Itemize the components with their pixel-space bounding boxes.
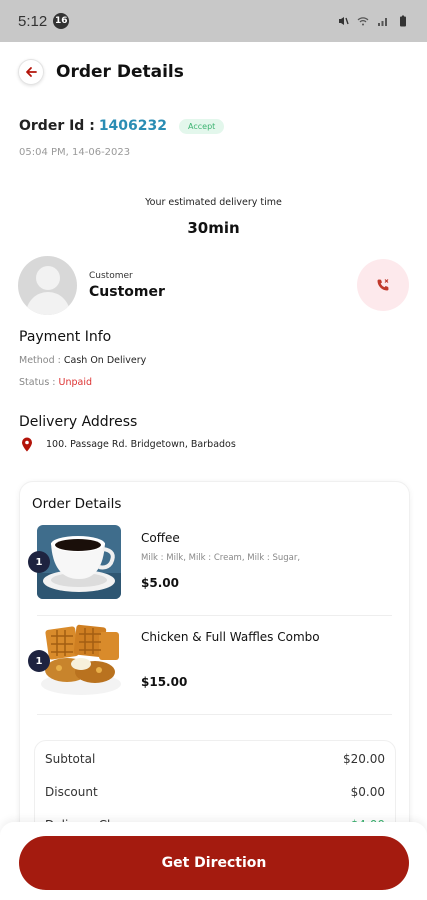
wifi-icon (357, 17, 369, 26)
order-id-value: 1406232 (98, 118, 168, 134)
estimated-time-value: 30min (187, 219, 240, 237)
quantity-badge: 1 (28, 551, 50, 573)
item-options: Milk : Milk, Milk : Cream, Milk : Sugar, (141, 553, 301, 563)
customer-row: Customer Customer (18, 255, 409, 315)
customer-name: Customer (89, 283, 165, 300)
status-bar: 5:12 16 (0, 0, 427, 42)
order-id-row: Order Id : 1406232 Accept (19, 118, 225, 134)
mute-icon (339, 17, 349, 25)
item-price: $5.00 (141, 576, 179, 590)
signal-icon (378, 18, 387, 26)
summary-row-subtotal: Subtotal $20.00 (45, 752, 385, 766)
summary-label: Subtotal (45, 752, 96, 766)
order-id-label: Order Id : (19, 118, 95, 134)
page-header: Order Details (18, 55, 409, 89)
avatar-head-shape (36, 265, 60, 290)
phone-icon (377, 279, 389, 291)
payment-status-line: Status : Unpaid (19, 377, 92, 388)
status-badge: Accept (179, 118, 225, 134)
page-title: Order Details (56, 62, 184, 82)
avatar-body-shape (26, 291, 70, 315)
payment-status-label: Status : (19, 377, 59, 388)
item-price: $15.00 (141, 675, 188, 689)
order-item[interactable]: 1 Chicken & Full Waffles Combo $15.00 (20, 624, 411, 714)
item-name: Coffee (141, 531, 180, 545)
summary-value: $20.00 (343, 752, 385, 766)
back-button[interactable] (18, 59, 44, 85)
divider (37, 615, 392, 616)
call-button[interactable] (357, 259, 409, 311)
payment-method-line: Method : Cash On Delivery (19, 355, 146, 366)
avatar (18, 255, 77, 315)
customer-info: Customer Customer (89, 271, 165, 300)
divider (37, 714, 392, 715)
item-name: Chicken & Full Waffles Combo (141, 630, 320, 644)
bottom-action-bar: Get Direction (0, 822, 427, 900)
order-date: 05:04 PM, 14-06-2023 (19, 147, 131, 158)
payment-method-value: Cash On Delivery (63, 355, 147, 366)
arrow-left-icon (26, 67, 37, 77)
summary-row-discount: Discount $0.00 (45, 785, 385, 799)
summary-value: $0.00 (350, 785, 385, 799)
order-details-title: Order Details (32, 496, 122, 512)
payment-method-label: Method : (19, 355, 64, 366)
address-text: 100. Passage Rd. Bridgetown, Barbados (46, 439, 236, 450)
status-time: 5:12 (18, 12, 48, 30)
get-direction-button[interactable]: Get Direction (19, 836, 409, 890)
notification-count-badge: 16 (53, 13, 70, 29)
location-pin-icon (22, 437, 32, 452)
customer-caption: Customer (89, 270, 133, 281)
battery-icon (400, 15, 406, 27)
system-icons (337, 15, 409, 27)
payment-status-value: Unpaid (58, 377, 93, 388)
quantity-badge: 1 (28, 650, 50, 672)
estimated-time-label: Your estimated delivery time (145, 197, 282, 208)
delivery-address-title: Delivery Address (19, 414, 138, 430)
payment-info-title: Payment Info (19, 329, 112, 345)
address-row: 100. Passage Rd. Bridgetown, Barbados (21, 437, 236, 452)
summary-label: Discount (45, 785, 98, 799)
order-item[interactable]: 1 Coffee Milk : Milk, Milk : Cream, Milk… (20, 525, 411, 615)
